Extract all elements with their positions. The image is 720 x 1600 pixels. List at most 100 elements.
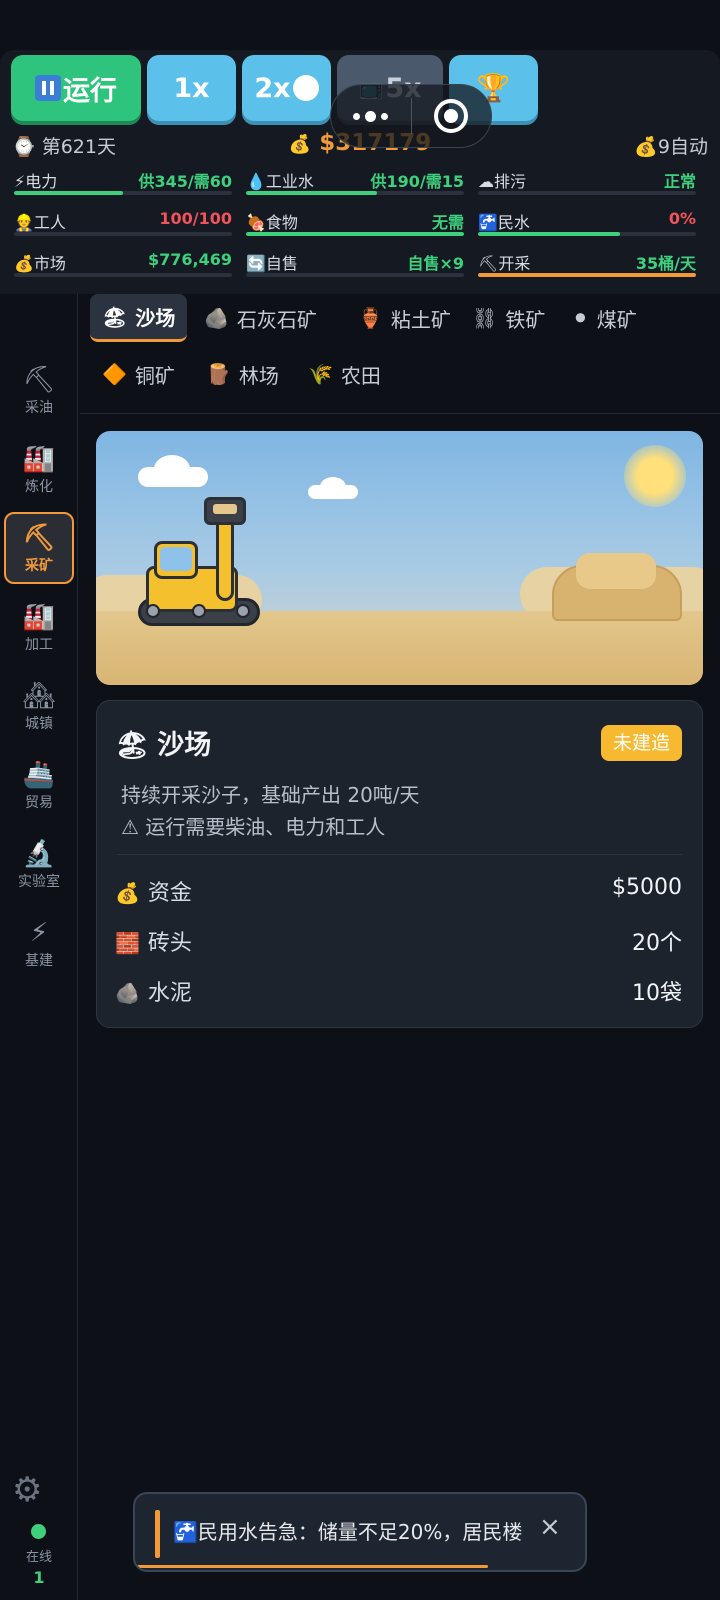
tab-2[interactable]: 🏺 粘土矿 <box>346 294 463 342</box>
stat-6: 💰市场 $776,469 <box>14 250 232 277</box>
sidebar-item-town[interactable]: 🏘 城镇 <box>4 670 74 742</box>
stat-label: 工业水 <box>265 172 314 191</box>
resource-stats: ⚡电力 供345/需60 💧工业水 供190/需15 ☁排污 正常 👷工人 100/100 🍖食… <box>14 168 704 277</box>
speed-2x-button[interactable]: 2x <box>242 55 331 121</box>
ship-icon: 🚢 <box>22 760 56 790</box>
online-count: 1 <box>33 1568 45 1587</box>
tab-7[interactable]: 🌾 农田 <box>296 350 393 398</box>
stat-3: 👷工人 100/100 <box>14 209 232 236</box>
chain-icon: ⛓ <box>472 306 498 330</box>
factory-icon: 🏭 <box>22 444 56 474</box>
close-icon[interactable]: × <box>539 1512 561 1542</box>
vase-icon: 🏺 <box>358 306 383 330</box>
more-menu-button[interactable] <box>331 110 411 122</box>
stat-label: 民水 <box>497 213 530 232</box>
stat-0: ⚡电力 供345/需60 <box>14 168 232 195</box>
microscope-icon: 🔬 <box>22 839 56 869</box>
factory-icon: 🏭 <box>22 602 56 632</box>
brick-icon: 🧱 <box>115 931 140 955</box>
building-title: 🏖 沙场 <box>115 723 211 762</box>
food-icon: 🍖 <box>246 213 266 232</box>
pause-run-button[interactable]: 运行 <box>11 55 141 121</box>
building-requirement: ⚠ 运行需要柴油、电力和工人 <box>121 815 386 839</box>
close-miniprogram-button[interactable] <box>412 99 492 133</box>
tab-0[interactable]: 🏖 沙场 <box>90 294 188 342</box>
beach-umbrella-icon: 🏖 <box>102 304 128 329</box>
log-icon: 🪵 <box>206 362 231 386</box>
sidebar-item-label: 炼化 <box>25 479 53 495</box>
toast-text: 民用水告急：储量不足20%，居民楼 <box>197 1520 523 1544</box>
sidebar-item-refine[interactable]: 🏭 炼化 <box>4 433 74 505</box>
cost-name: 资金 <box>147 881 192 906</box>
stat-label: 排污 <box>494 172 527 191</box>
tab-3[interactable]: ⛓ 铁矿 <box>460 294 557 342</box>
stat-2: ☁排污 正常 <box>478 168 696 195</box>
tab-label: 煤矿 <box>596 307 637 332</box>
sidebar-item-lab[interactable]: 🔬 实验室 <box>4 828 74 900</box>
stat-value: 自售×9 <box>407 254 464 273</box>
stat-label: 市场 <box>33 254 66 273</box>
lightning-icon: ⚡ <box>29 918 49 948</box>
pickaxe-icon: ⛏ <box>22 365 56 395</box>
speed-1x-label: 1x <box>173 72 210 104</box>
sidebar-item-label: 实验室 <box>18 874 60 890</box>
sidebar-item-label: 采油 <box>25 400 53 416</box>
pickaxe-icon: ⛏ <box>22 523 56 553</box>
sidebar-item-infra[interactable]: ⚡ 基建 <box>4 907 74 979</box>
cost-value: 10袋 <box>632 981 682 1006</box>
auto-text: 9自动 <box>657 136 708 158</box>
tab-label: 粘土矿 <box>390 307 451 332</box>
stat-label: 食物 <box>265 213 298 232</box>
stat-bar <box>246 273 464 277</box>
cost-name: 水泥 <box>147 981 192 1006</box>
mine-scene <box>96 431 703 685</box>
target-icon <box>434 99 469 133</box>
alert-toast[interactable]: 🚰民用水告急：储量不足20%，居民楼 × <box>133 1492 587 1572</box>
category-sidebar: ⚙ 在线 1 ⛏ 采油 🏭 炼化 ⛏ 采矿 🏭 加工 🏘 城镇 🚢 贸易 🔬 实验室 ⚡ 基建 <box>0 294 78 1600</box>
cost-name: 砖头 <box>147 931 192 956</box>
pickaxe-icon: ⛏ <box>478 254 499 273</box>
rock-icon: 🪨 <box>204 306 229 330</box>
sidebar-item-trade[interactable]: 🚢 贸易 <box>4 749 74 821</box>
sidebar-item-oil[interactable]: ⛏ 采油 <box>4 354 74 426</box>
toast-accent <box>155 1510 160 1558</box>
stat-bar <box>246 232 464 236</box>
stat-8: ⛏开采 35桶/天 <box>478 250 696 277</box>
stat-bar <box>14 273 232 277</box>
sidebar-item-processing[interactable]: 🏭 加工 <box>4 591 74 663</box>
wheat-icon: 🌾 <box>308 362 333 386</box>
coal-icon: ⚫ <box>572 306 589 330</box>
refresh-icon: 🔄 <box>246 254 266 273</box>
stat-4: 🍖食物 无需 <box>246 209 464 236</box>
stat-label: 工人 <box>33 213 66 232</box>
tab-1[interactable]: 🪨 石灰石矿 <box>192 294 329 342</box>
stat-label: 开采 <box>498 254 531 273</box>
tab-6[interactable]: 🪵 林场 <box>194 350 291 398</box>
sidebar-item-label: 采矿 <box>25 558 53 574</box>
toast-progress <box>137 1565 488 1568</box>
cost-value: $5000 <box>612 875 682 900</box>
stat-1: 💧工业水 供190/需15 <box>246 168 464 195</box>
sidebar-item-label: 基建 <box>25 953 53 969</box>
stat-bar <box>246 191 464 195</box>
stat-value: 0% <box>668 209 696 228</box>
toast-message: 🚰民用水告急：储量不足20%，居民楼 <box>173 1516 533 1545</box>
cost-value: 20个 <box>632 931 682 956</box>
tab-5[interactable]: 🔶 铜矿 <box>90 350 187 398</box>
stat-value: 100/100 <box>159 209 232 228</box>
cement-icon: 🪨 <box>115 981 140 1005</box>
online-status-icon <box>31 1524 46 1539</box>
ad-dot-icon <box>292 75 319 101</box>
worker-icon: 👷 <box>14 213 34 232</box>
lightning-icon: ⚡ <box>14 172 26 191</box>
speed-1x-button[interactable]: 1x <box>147 55 236 121</box>
stat-value: $776,469 <box>147 250 232 269</box>
tab-4[interactable]: ⚫ 煤矿 <box>560 294 649 342</box>
auto-sell-count[interactable]: 💰9自动 <box>634 132 708 159</box>
tab-label: 农田 <box>340 363 381 388</box>
stat-bar <box>14 232 232 236</box>
gear-icon[interactable]: ⚙ <box>12 1470 42 1510</box>
stat-bar <box>478 273 696 277</box>
sidebar-item-mining[interactable]: ⛏ 采矿 <box>4 512 74 584</box>
build-status-badge[interactable]: 未建造 <box>600 725 682 761</box>
